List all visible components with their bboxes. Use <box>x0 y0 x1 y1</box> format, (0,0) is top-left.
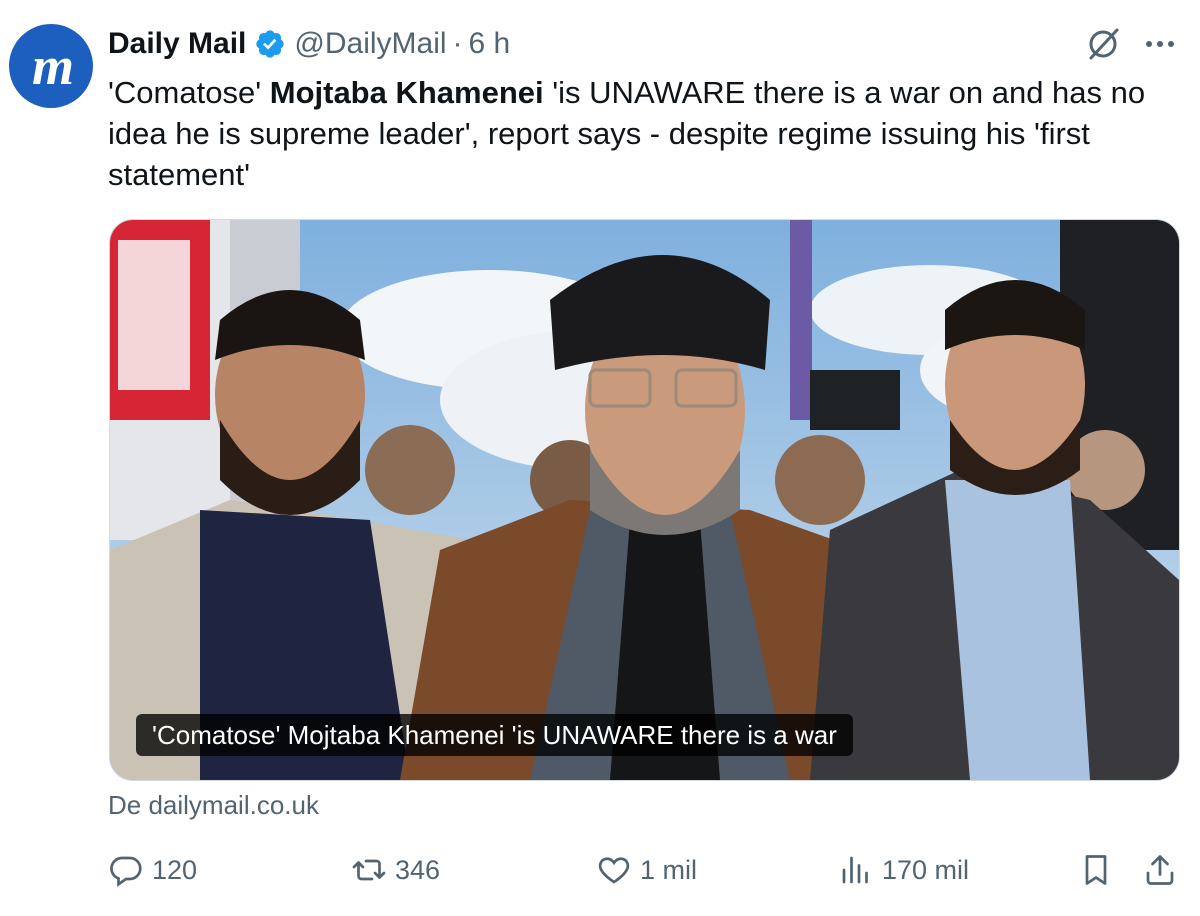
views-button[interactable]: 170 mil <box>838 846 969 894</box>
bookmark-icon <box>1085 855 1107 885</box>
media-card[interactable]: 'Comatose' Mojtaba Khamenei 'is UNAWARE … <box>109 219 1180 781</box>
avatar-logo: m <box>31 36 74 96</box>
link-source[interactable]: De dailymail.co.uk <box>108 790 319 821</box>
repost-icon <box>352 859 386 881</box>
like-button[interactable]: 1 mil <box>596 846 697 894</box>
post-text-start: 'Comatose' <box>108 75 270 110</box>
action-bar: 120 346 1 mil 170 mil <box>108 846 1183 894</box>
like-count: 1 mil <box>640 854 698 885</box>
views-count: 170 mil <box>882 854 970 885</box>
like-icon <box>598 857 630 884</box>
more-icon[interactable] <box>1140 26 1180 62</box>
news-photo <box>110 220 1179 780</box>
grok-icon[interactable] <box>1083 24 1123 64</box>
media-caption: 'Comatose' Mojtaba Khamenei 'is UNAWARE … <box>136 714 853 756</box>
avatar[interactable]: m <box>9 24 93 108</box>
verified-badge-icon[interactable] <box>254 28 286 60</box>
tweet: m Daily Mail @DailyMail · 6 h 'Comatose'… <box>0 0 1200 916</box>
reply-button[interactable]: 120 <box>108 846 197 894</box>
post-text-bold: Mojtaba Khamenei <box>269 75 544 110</box>
reply-count: 120 <box>152 854 198 885</box>
reply-icon <box>110 856 142 887</box>
post-text: 'Comatose' Mojtaba Khamenei 'is UNAWARE … <box>108 72 1178 195</box>
separator-dot: · <box>452 27 463 60</box>
repost-button[interactable]: 346 <box>351 846 440 894</box>
bookmark-button[interactable] <box>1078 846 1114 894</box>
post-time[interactable]: 6 h <box>469 27 511 61</box>
repost-count: 346 <box>395 854 441 885</box>
share-button[interactable] <box>1142 846 1178 894</box>
tweet-header: Daily Mail @DailyMail · 6 h <box>108 22 510 66</box>
share-icon <box>1146 855 1174 885</box>
views-icon <box>842 856 868 884</box>
author-handle[interactable]: @DailyMail <box>294 27 446 61</box>
author-name[interactable]: Daily Mail <box>108 27 246 61</box>
